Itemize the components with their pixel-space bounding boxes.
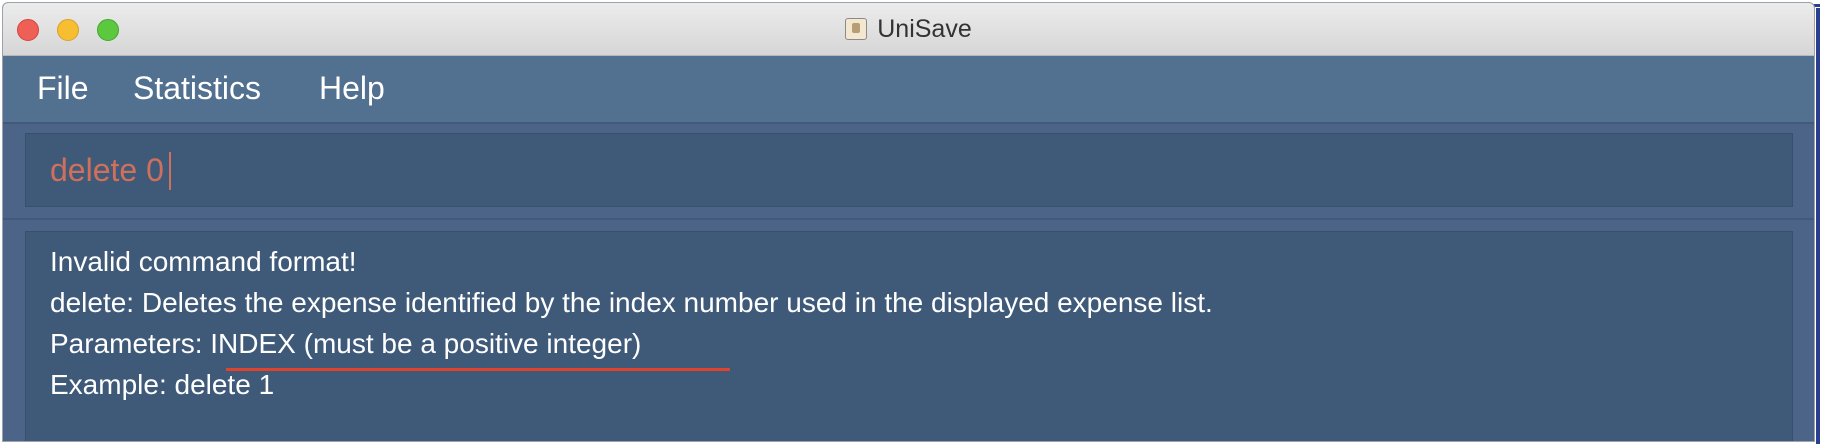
- app-icon: [845, 18, 868, 40]
- menu-file[interactable]: File: [37, 70, 89, 107]
- title-group: UniSave: [3, 3, 1814, 55]
- result-line-example: Example: delete 1: [50, 369, 275, 400]
- window-title: UniSave: [877, 14, 972, 43]
- command-input[interactable]: [50, 150, 1750, 190]
- result-line-usage: delete: Deletes the expense identified b…: [50, 287, 1213, 318]
- text-caret: [169, 152, 171, 190]
- result-line-error: Invalid command format!: [50, 246, 357, 277]
- menu-bar: File Statistics Help: [3, 56, 1814, 124]
- result-display: Invalid command format! delete: Deletes …: [25, 231, 1793, 441]
- result-line-parameters: Parameters: INDEX (must be a positive in…: [50, 328, 642, 359]
- command-box: [25, 133, 1793, 207]
- error-underline: [226, 368, 730, 371]
- app-window: UniSave File Statistics Help Invalid com…: [2, 2, 1815, 442]
- menu-statistics[interactable]: Statistics: [133, 70, 261, 107]
- window-shadow-right: [1816, 8, 1820, 444]
- divider: [3, 218, 1814, 220]
- menu-help[interactable]: Help: [319, 70, 385, 107]
- title-bar[interactable]: UniSave: [3, 3, 1814, 56]
